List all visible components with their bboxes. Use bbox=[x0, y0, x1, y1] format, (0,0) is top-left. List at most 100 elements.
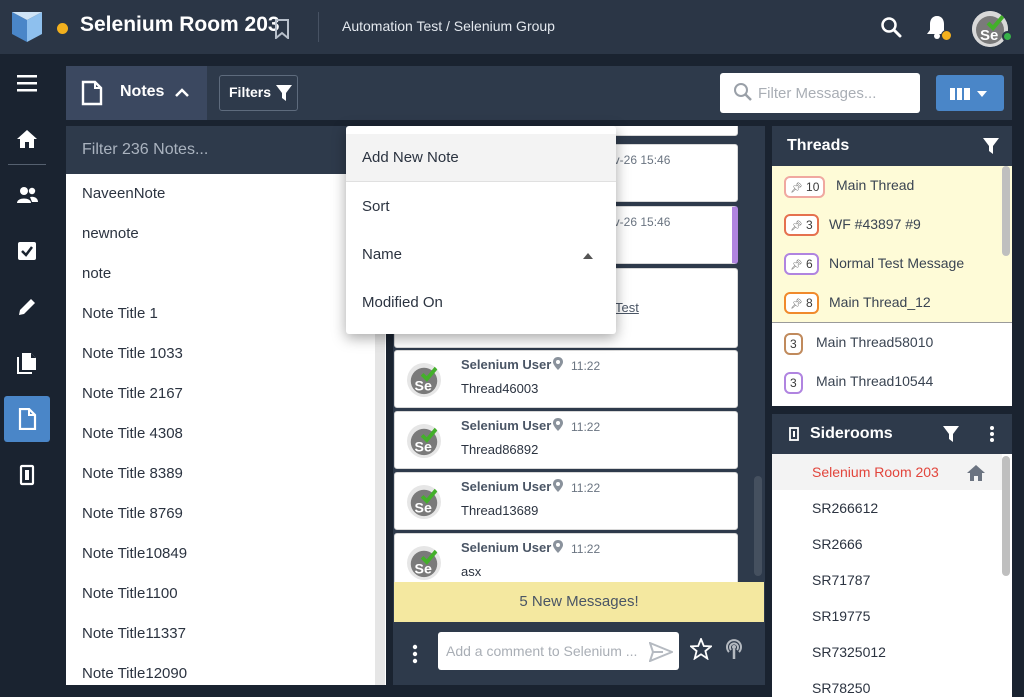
sideroom-item[interactable]: SR266612 bbox=[812, 500, 878, 516]
breadcrumb[interactable]: Automation Test / Selenium Group bbox=[342, 18, 555, 34]
search-icon[interactable] bbox=[880, 16, 902, 38]
sender-name[interactable]: Selenium User bbox=[461, 479, 551, 494]
chevron-up-icon[interactable] bbox=[174, 86, 190, 100]
thread-count-badge: 📌︎ 8 bbox=[784, 292, 819, 314]
note-item[interactable]: Note Title 4308 bbox=[82, 425, 183, 442]
location-pin-icon bbox=[553, 418, 563, 431]
thread-label[interactable]: Normal Test Message bbox=[829, 255, 964, 271]
home-icon bbox=[967, 465, 985, 481]
sort-ascending-caret-icon bbox=[583, 253, 593, 259]
message-link[interactable]: Test bbox=[615, 300, 639, 315]
thread-label[interactable]: Main Thread58010 bbox=[816, 334, 933, 350]
menu-icon[interactable] bbox=[4, 60, 50, 106]
sideroom-item[interactable]: SR71787 bbox=[812, 572, 870, 588]
sideroom-item[interactable]: SR7325012 bbox=[812, 644, 886, 660]
thread-label[interactable]: Main Thread10544 bbox=[816, 373, 933, 389]
sender-name[interactable]: Selenium User bbox=[461, 357, 551, 372]
thread-count-badge: 📌︎ 6 bbox=[784, 253, 819, 275]
star-icon[interactable] bbox=[690, 638, 712, 660]
threads-panel: Threads 📌︎ 10 Main Thread 📌︎ 3 WF #43897… bbox=[772, 126, 1012, 406]
threads-scrollbar[interactable] bbox=[1002, 166, 1010, 256]
sideroom-icon[interactable] bbox=[4, 452, 50, 498]
pin-icon: 📌︎ bbox=[790, 299, 803, 310]
left-nav bbox=[0, 54, 54, 697]
bookmark-icon[interactable] bbox=[273, 19, 291, 39]
note-item[interactable]: Note Title12090 bbox=[82, 665, 187, 682]
nav-notes-icon[interactable] bbox=[4, 396, 50, 442]
more-vertical-icon[interactable] bbox=[986, 425, 998, 443]
funnel-icon[interactable] bbox=[982, 137, 1000, 155]
sideroom-item-active[interactable]: Selenium Room 203 bbox=[812, 464, 939, 480]
threads-title: Threads bbox=[787, 137, 850, 154]
funnel-icon bbox=[276, 85, 292, 101]
home-icon[interactable] bbox=[4, 116, 50, 162]
note-item[interactable]: NaveenNote bbox=[82, 185, 165, 202]
sort-by-name-menu-item[interactable]: Name bbox=[346, 231, 616, 279]
filter-messages-input[interactable] bbox=[758, 73, 913, 113]
note-item[interactable]: Note Title 8389 bbox=[82, 465, 183, 482]
thread-label[interactable]: WF #43897 #9 bbox=[829, 216, 921, 232]
sender-name[interactable]: Selenium User bbox=[461, 418, 551, 433]
thread-label[interactable]: Main Thread_12 bbox=[829, 294, 931, 310]
tasks-checkbox-icon[interactable] bbox=[4, 228, 50, 274]
note-item[interactable]: Note Title10849 bbox=[82, 545, 187, 562]
note-item[interactable]: Note Title 1033 bbox=[82, 345, 183, 362]
sideroom-item[interactable]: SR78250 bbox=[812, 680, 870, 696]
svg-text:Se: Se bbox=[980, 27, 998, 44]
add-new-note-menu-item[interactable]: Add New Note bbox=[346, 134, 616, 182]
thread-count-badge: 3 bbox=[784, 372, 803, 394]
files-icon[interactable] bbox=[4, 340, 50, 386]
thread-count: 6 bbox=[806, 257, 813, 271]
pin-icon: 📌︎ bbox=[790, 260, 803, 271]
notification-badge bbox=[941, 30, 952, 41]
message-time: 11:22 bbox=[571, 420, 601, 434]
sender-avatar: Se bbox=[407, 424, 441, 458]
comment-box bbox=[438, 632, 679, 670]
room-title: Selenium Room 203 bbox=[80, 13, 280, 36]
filters-button-label: Filters bbox=[229, 84, 272, 100]
note-item[interactable]: Note Title 2167 bbox=[82, 385, 183, 402]
selenium-logo-icon: Se bbox=[410, 365, 439, 394]
sender-avatar: Se bbox=[407, 485, 441, 519]
user-avatar[interactable]: Se bbox=[972, 11, 1008, 47]
view-mode-button[interactable] bbox=[936, 75, 1004, 111]
new-messages-banner[interactable]: 5 New Messages! bbox=[394, 582, 764, 622]
people-icon[interactable] bbox=[4, 172, 50, 218]
note-item[interactable]: Note Title 8769 bbox=[82, 505, 183, 522]
note-item[interactable]: Note Title1100 bbox=[82, 585, 178, 602]
siderooms-scrollbar[interactable] bbox=[1002, 456, 1010, 576]
message-time: 11:22 bbox=[571, 481, 601, 495]
note-document-icon bbox=[81, 80, 103, 106]
sort-by-modified-menu-item[interactable]: Modified On bbox=[346, 279, 616, 327]
app-logo-icon[interactable] bbox=[12, 12, 42, 42]
sender-name[interactable]: Selenium User bbox=[461, 540, 551, 555]
thread-count: 8 bbox=[806, 296, 813, 310]
message-card[interactable]: Se Selenium User 11:22 Thread86892 bbox=[394, 411, 738, 469]
send-icon[interactable] bbox=[649, 642, 673, 662]
funnel-icon[interactable] bbox=[942, 425, 960, 443]
nav-separator bbox=[8, 164, 46, 165]
more-vertical-icon[interactable] bbox=[405, 643, 425, 665]
sender-avatar: Se bbox=[407, 363, 441, 397]
thread-count: 10 bbox=[806, 180, 820, 194]
note-item[interactable]: note bbox=[82, 265, 111, 282]
note-item[interactable]: newnote bbox=[82, 225, 139, 242]
note-item[interactable]: Note Title 1 bbox=[82, 305, 158, 322]
notes-filter-input[interactable] bbox=[66, 126, 346, 174]
sideroom-item[interactable]: SR2666 bbox=[812, 536, 863, 552]
sideroom-item[interactable]: SR19775 bbox=[812, 608, 870, 624]
broadcast-icon[interactable] bbox=[723, 638, 745, 660]
siderooms-title: Siderooms bbox=[810, 425, 893, 442]
thread-count-badge: 📌︎ 10 bbox=[784, 176, 826, 198]
thread-count: 3 bbox=[790, 337, 797, 351]
thread-label[interactable]: Main Thread bbox=[836, 177, 914, 193]
pencil-icon[interactable] bbox=[4, 284, 50, 330]
message-card[interactable]: Se Selenium User 11:22 Thread46003 bbox=[394, 350, 738, 408]
online-status-dot bbox=[1002, 31, 1013, 42]
note-item[interactable]: Note Title11337 bbox=[82, 625, 186, 642]
messages-scrollbar-thumb[interactable] bbox=[754, 476, 762, 576]
comment-input[interactable] bbox=[438, 632, 643, 670]
message-card[interactable]: Se Selenium User 11:22 Thread13689 bbox=[394, 472, 738, 530]
sideroom-icon bbox=[789, 427, 799, 441]
location-pin-icon bbox=[553, 540, 563, 553]
